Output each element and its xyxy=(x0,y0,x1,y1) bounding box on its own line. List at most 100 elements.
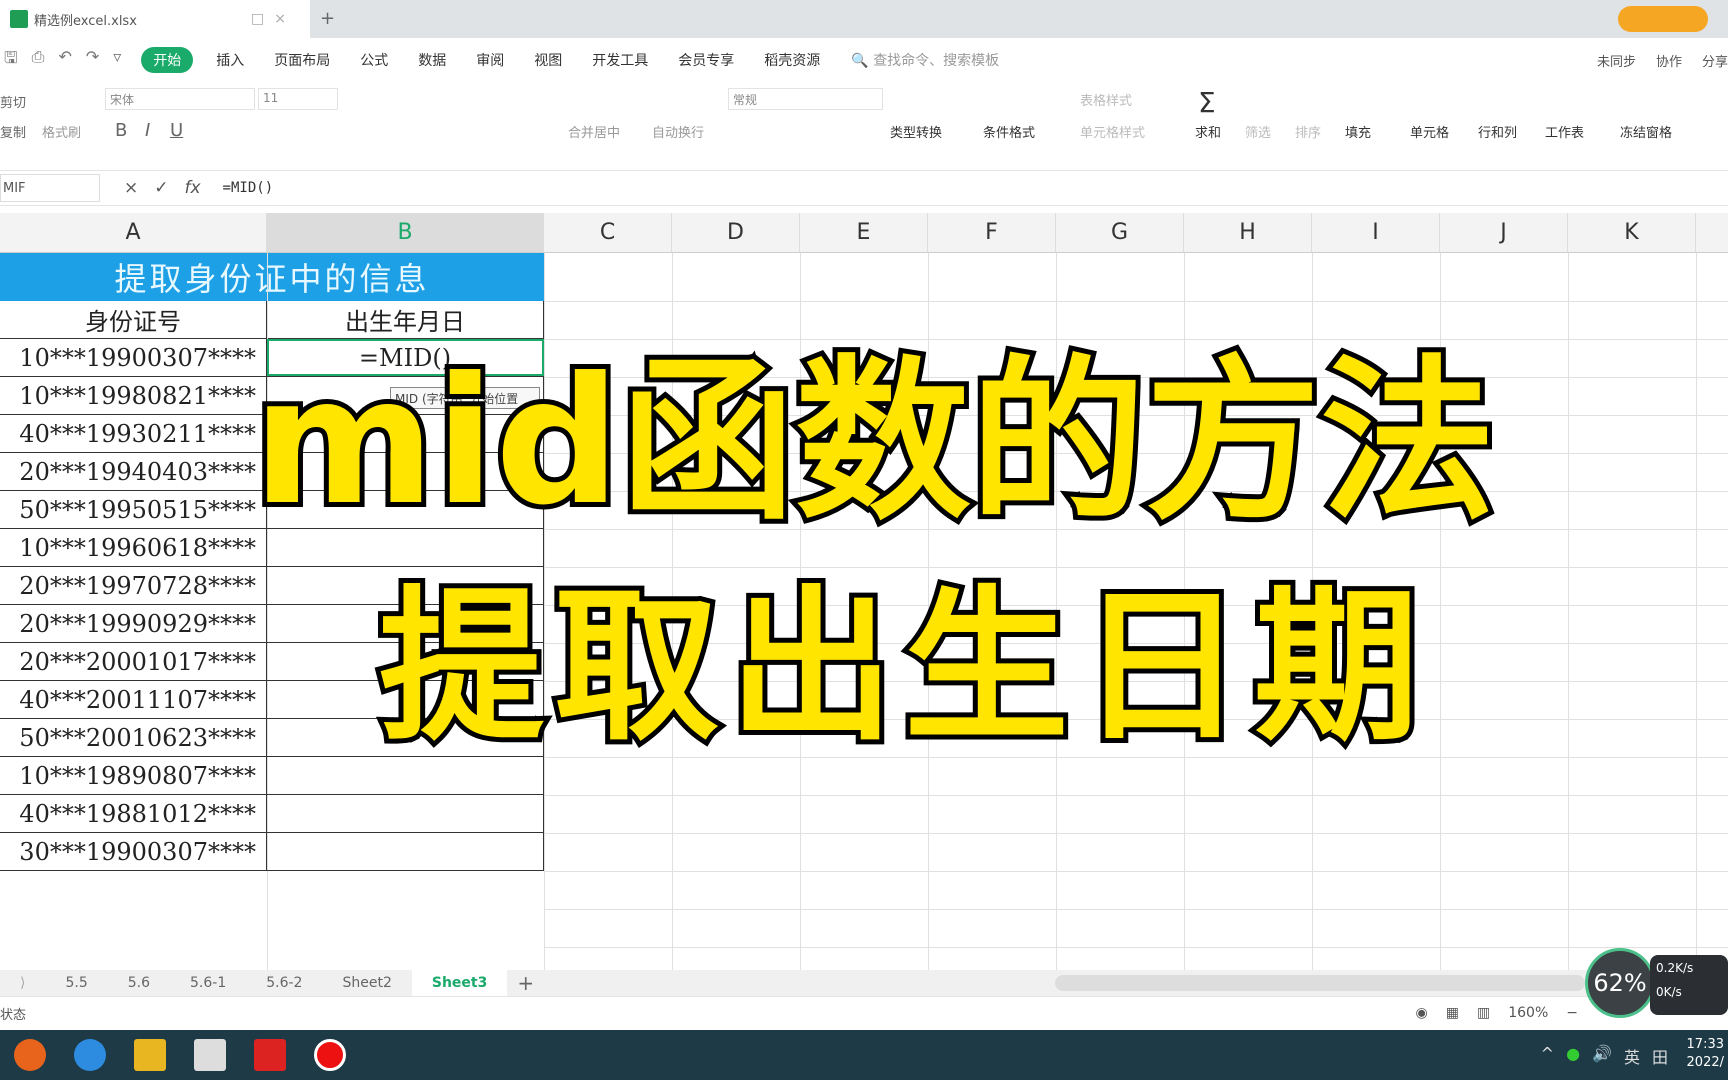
column-header[interactable]: I xyxy=(1312,213,1440,253)
collaborate-button[interactable]: 协作 xyxy=(1656,51,1682,70)
browser-icon[interactable] xyxy=(14,1039,46,1071)
table-title[interactable]: 提取身份证中的信息 xyxy=(0,253,544,301)
table-style-button[interactable]: 表格样式 xyxy=(1080,90,1132,109)
column-header[interactable]: J xyxy=(1440,213,1568,253)
new-tab-button[interactable]: + xyxy=(320,8,335,29)
share-button[interactable]: 分享 xyxy=(1702,51,1728,70)
tab-review[interactable]: 审阅 xyxy=(476,50,504,70)
horizontal-scrollbar[interactable] xyxy=(1055,975,1585,991)
cut-button[interactable]: 剪切 xyxy=(0,92,26,111)
sogou-icon[interactable] xyxy=(74,1039,106,1071)
tray-expand-icon[interactable]: ^ xyxy=(1541,1044,1554,1068)
add-sheet-button[interactable]: + xyxy=(507,971,544,995)
tab-home[interactable]: 开始 xyxy=(141,47,194,73)
user-avatar[interactable] xyxy=(1618,6,1708,32)
italic-button[interactable]: I xyxy=(145,120,150,141)
id-number-cell[interactable]: 30***19900307**** xyxy=(0,833,267,870)
clock[interactable]: 17:33 2022/ xyxy=(1687,1036,1724,1072)
sheet-tab[interactable]: 5.6 xyxy=(108,970,170,996)
tab-page-layout[interactable]: 页面布局 xyxy=(274,50,330,70)
zoom-out-button[interactable]: − xyxy=(1566,1005,1578,1021)
sync-status[interactable]: 未同步 xyxy=(1597,51,1636,70)
record-icon[interactable] xyxy=(314,1039,346,1071)
sum-button[interactable]: 求和 xyxy=(1195,122,1221,141)
command-search[interactable]: 🔍 查找命令、搜索模板 xyxy=(851,50,999,70)
zoom-level[interactable]: 160% xyxy=(1508,1005,1548,1021)
id-number-cell[interactable]: 10***19960618**** xyxy=(0,529,267,566)
worksheet-button[interactable]: 工作表 xyxy=(1545,122,1584,141)
merge-button[interactable]: 合并居中 xyxy=(568,122,620,141)
column-header[interactable]: A xyxy=(0,213,267,253)
header-birthdate[interactable]: 出生年月日 xyxy=(267,301,544,338)
wrap-button[interactable]: 自动换行 xyxy=(652,122,704,141)
sheet-tab[interactable]: 5.5 xyxy=(45,970,107,996)
volume-icon[interactable]: 🔊 xyxy=(1592,1044,1612,1068)
column-header[interactable]: E xyxy=(800,213,928,253)
column-header[interactable]: B xyxy=(267,213,544,253)
sheet-tab[interactable]: 5.6-2 xyxy=(246,970,322,996)
name-box[interactable]: MIF xyxy=(0,174,100,202)
birthdate-cell[interactable] xyxy=(267,795,544,832)
column-header[interactable]: F xyxy=(928,213,1056,253)
undo-icon[interactable]: ↶ xyxy=(58,47,71,74)
normal-view-icon[interactable]: ▦ xyxy=(1446,1005,1459,1021)
wps-icon[interactable] xyxy=(254,1039,286,1071)
app-icon[interactable] xyxy=(194,1039,226,1071)
font-select[interactable]: 宋体 xyxy=(105,88,255,110)
ime-grid-icon[interactable]: 田 xyxy=(1652,1044,1668,1068)
filter-button[interactable]: 筛选 xyxy=(1245,122,1271,141)
column-header[interactable]: C xyxy=(544,213,672,253)
tab-member[interactable]: 会员专享 xyxy=(678,50,734,70)
ribbon-toolbar: 剪切 复制 格式刷 宋体 11 B I U 合并居中 自动换行 常规 类型转换 … xyxy=(0,82,1728,152)
cell-button[interactable]: 单元格 xyxy=(1410,122,1449,141)
column-header[interactable] xyxy=(1696,213,1728,253)
tab-developer[interactable]: 开发工具 xyxy=(592,50,648,70)
fx-icon[interactable]: fx xyxy=(185,178,201,198)
scroll-tabs-icon[interactable]: ⟩ xyxy=(0,975,45,991)
cancel-icon[interactable]: × xyxy=(124,178,138,198)
header-id[interactable]: 身份证号 xyxy=(0,301,267,338)
type-convert-button[interactable]: 类型转换 xyxy=(890,122,942,141)
grid-line xyxy=(544,339,1728,340)
underline-button[interactable]: U xyxy=(170,120,183,141)
freeze-panes-button[interactable]: 冻结窗格 xyxy=(1620,122,1672,141)
fill-button[interactable]: 填充 xyxy=(1345,122,1371,141)
sheet-tab[interactable]: 5.6-1 xyxy=(170,970,246,996)
eye-protection-icon[interactable]: ◉ xyxy=(1416,1005,1428,1021)
file-explorer-icon[interactable] xyxy=(134,1039,166,1071)
ime-indicator[interactable]: 英 xyxy=(1624,1044,1640,1068)
column-header[interactable]: G xyxy=(1056,213,1184,253)
column-header[interactable]: H xyxy=(1184,213,1312,253)
formula-input[interactable]: =MID() xyxy=(223,180,274,196)
tab-data[interactable]: 数据 xyxy=(418,50,446,70)
dropdown-icon[interactable]: ▿ xyxy=(113,47,121,74)
font-size-select[interactable]: 11 xyxy=(258,88,338,110)
sort-button[interactable]: 排序 xyxy=(1295,122,1321,141)
close-tab-icon[interactable]: □× xyxy=(251,11,296,27)
print-icon[interactable]: ⎙ xyxy=(32,47,45,74)
file-tab[interactable]: 精选例excel.xlsx □× xyxy=(0,0,310,38)
confirm-icon[interactable]: ✓ xyxy=(154,178,168,198)
format-painter-button[interactable]: 格式刷 xyxy=(42,122,81,141)
number-format-select[interactable]: 常规 xyxy=(728,88,883,110)
column-header[interactable]: K xyxy=(1568,213,1696,253)
cell-style-button[interactable]: 单元格样式 xyxy=(1080,122,1145,141)
conditional-format-button[interactable]: 条件格式 xyxy=(983,122,1035,141)
row-col-button[interactable]: 行和列 xyxy=(1478,122,1517,141)
redo-icon[interactable]: ↷ xyxy=(86,47,99,74)
bold-button[interactable]: B xyxy=(115,120,127,141)
tab-resources[interactable]: 稻壳资源 xyxy=(764,50,820,70)
sheet-tab[interactable]: Sheet2 xyxy=(322,970,411,996)
id-number-cell[interactable]: 40***19881012**** xyxy=(0,795,267,832)
tab-view[interactable]: 视图 xyxy=(534,50,562,70)
birthdate-cell[interactable] xyxy=(267,833,544,870)
sheet-tab[interactable]: Sheet3 xyxy=(411,970,508,996)
tab-insert[interactable]: 插入 xyxy=(216,50,244,70)
id-number-cell[interactable]: 10***19890807**** xyxy=(0,757,267,794)
column-header[interactable]: D xyxy=(672,213,800,253)
tab-formulas[interactable]: 公式 xyxy=(360,50,388,70)
copy-button[interactable]: 复制 xyxy=(0,122,26,141)
page-view-icon[interactable]: ▥ xyxy=(1477,1005,1490,1021)
wechat-icon[interactable]: ● xyxy=(1566,1044,1580,1068)
save-icon[interactable]: 🖫 xyxy=(4,47,18,74)
